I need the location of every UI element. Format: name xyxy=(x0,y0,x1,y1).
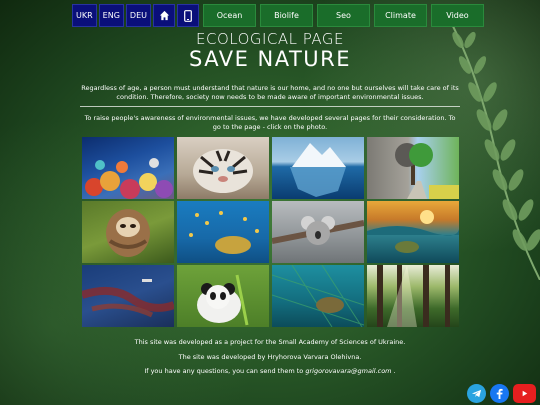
tiger-image xyxy=(193,149,253,193)
mobile-icon xyxy=(184,9,192,22)
ocean-sunset-image xyxy=(367,210,459,253)
photo-sea-turtle[interactable] xyxy=(177,201,269,263)
page-title-line1: ECOLOGICAL PAGE xyxy=(196,30,344,48)
footer-line-project: This site was developed as a project for… xyxy=(134,338,406,346)
turtle-net-image xyxy=(272,265,364,327)
mobile-button[interactable] xyxy=(177,4,199,27)
photo-ocean-sunset[interactable] xyxy=(367,201,459,263)
photo-tree-split[interactable] xyxy=(367,137,459,199)
cta-text: To raise people's awareness of environme… xyxy=(84,114,456,131)
intro-text: Regardless of age, a person must underst… xyxy=(81,84,459,101)
tab-ocean[interactable]: Ocean xyxy=(203,4,256,27)
lang-button-eng[interactable]: ENG xyxy=(98,4,124,27)
footer-line-author: The site was developed by Hryhorova Varv… xyxy=(178,352,362,361)
footer-contact-prefix: If you have any questions, you can send … xyxy=(144,367,304,375)
koala-image xyxy=(272,216,364,245)
photo-gallery xyxy=(82,137,459,327)
tab-climate[interactable]: Climate xyxy=(374,4,427,27)
photo-iceberg[interactable] xyxy=(272,137,364,199)
divider xyxy=(80,106,460,107)
home-icon xyxy=(159,10,169,21)
page-title-line2: SAVE NATURE xyxy=(188,47,352,71)
tab-seo[interactable]: Seo xyxy=(317,4,370,27)
forest-image xyxy=(377,265,450,327)
coral-reef-image xyxy=(85,158,173,199)
lang-button-deu[interactable]: DEU xyxy=(125,4,151,27)
social-links xyxy=(467,384,536,403)
sea-turtle-image xyxy=(189,211,259,254)
facebook-icon xyxy=(496,388,503,399)
home-button[interactable] xyxy=(153,4,175,27)
footer-contact-suffix: . xyxy=(393,367,396,375)
youtube-icon xyxy=(522,390,528,397)
tab-biolife[interactable]: Biolife xyxy=(260,4,313,27)
photo-forest[interactable] xyxy=(367,265,459,327)
tab-video[interactable]: Video xyxy=(431,4,484,27)
facebook-link[interactable] xyxy=(490,384,509,403)
photo-turtle-net[interactable] xyxy=(272,265,364,327)
tree-split-image xyxy=(395,143,459,199)
photo-oil-spill[interactable] xyxy=(82,265,174,327)
photo-tiger[interactable] xyxy=(177,137,269,199)
footer-line-contact: If you have any questions, you can send … xyxy=(0,367,540,375)
lang-button-ukr[interactable]: UKR xyxy=(72,4,97,27)
telegram-icon xyxy=(471,389,482,398)
photo-sloth[interactable] xyxy=(82,201,174,263)
panda-image xyxy=(197,274,249,326)
page-footer: This site was developed as a project for… xyxy=(0,338,540,382)
page-header: ECOLOGICAL PAGE SAVE NATURE xyxy=(0,30,540,71)
telegram-link[interactable] xyxy=(467,384,486,403)
photo-koala[interactable] xyxy=(272,201,364,263)
youtube-link[interactable] xyxy=(513,384,536,403)
sloth-image xyxy=(106,209,150,257)
iceberg-image xyxy=(290,143,346,197)
top-navbar: UKR ENG DEU Ocean Biolife Seo Climate Vi… xyxy=(72,4,484,27)
photo-panda[interactable] xyxy=(177,265,269,327)
email-link[interactable]: grigorovavara@gmail.com xyxy=(305,367,391,375)
oil-spill-image xyxy=(82,279,174,318)
photo-coral-reef[interactable] xyxy=(82,137,174,199)
